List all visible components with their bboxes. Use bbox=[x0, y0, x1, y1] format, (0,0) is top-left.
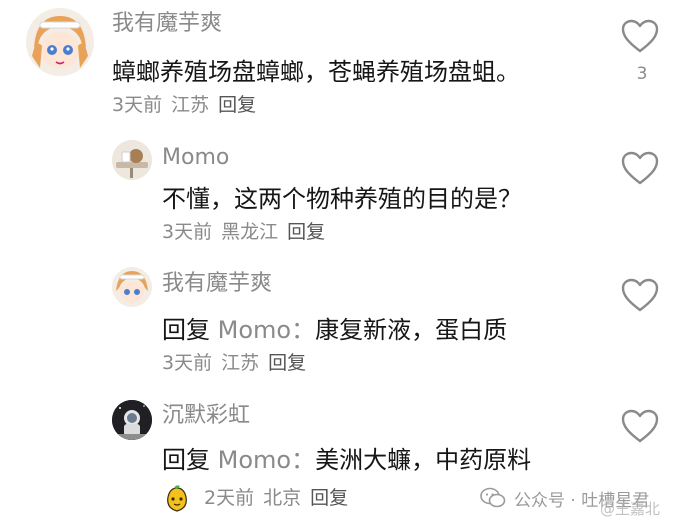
reply-button[interactable]: 回复 bbox=[218, 94, 256, 116]
comment-text: 回复 Momo：美洲大蠊，中药原料 bbox=[162, 444, 531, 476]
comment-meta: 3天前 江苏 回复 bbox=[112, 93, 265, 117]
heart-outline-icon bbox=[621, 409, 659, 443]
reply-target[interactable]: Momo： bbox=[218, 446, 315, 474]
avatar[interactable] bbox=[112, 400, 152, 440]
location: 黑龙江 bbox=[221, 221, 279, 243]
comment-meta: 2天前 北京 回复 bbox=[204, 486, 357, 510]
username[interactable]: 沉默彩虹 bbox=[162, 402, 250, 430]
username[interactable]: 我有魔芋爽 bbox=[162, 270, 272, 298]
like-button[interactable] bbox=[620, 277, 664, 313]
reply-prefix: 回复 bbox=[162, 446, 210, 474]
username[interactable]: 我有魔芋爽 bbox=[112, 10, 222, 38]
reply-prefix: 回复 bbox=[162, 316, 210, 344]
comment-text: 蟑螂养殖场盘蟑螂，苍蝇养殖场盘蛆。 bbox=[112, 58, 520, 86]
heart-outline-icon bbox=[621, 151, 659, 185]
timestamp: 3天前 bbox=[112, 94, 163, 116]
comment-text: 回复 Momo：康复新液，蛋白质 bbox=[162, 314, 507, 346]
like-button[interactable] bbox=[620, 150, 664, 186]
comment-meta: 3天前 江苏 回复 bbox=[162, 351, 315, 375]
fruit-emoji-icon bbox=[162, 484, 192, 518]
timestamp: 3天前 bbox=[162, 352, 213, 374]
reply-text: 康复新液，蛋白质 bbox=[315, 316, 508, 344]
location: 江苏 bbox=[221, 352, 260, 374]
heart-outline-icon bbox=[621, 278, 659, 312]
comment-meta: 3天前 黑龙江 回复 bbox=[162, 220, 334, 244]
reply-text: 美洲大蠊，中药原料 bbox=[315, 446, 532, 474]
avatar[interactable] bbox=[112, 140, 152, 180]
avatar[interactable] bbox=[112, 267, 152, 307]
timestamp: 2天前 bbox=[204, 487, 255, 509]
location: 北京 bbox=[263, 487, 302, 509]
username[interactable]: Momo bbox=[162, 144, 229, 172]
like-count: 3 bbox=[636, 64, 648, 84]
watermark: @王嘉北 bbox=[600, 500, 661, 518]
reply-button[interactable]: 回复 bbox=[310, 487, 348, 509]
reply-target[interactable]: Momo： bbox=[218, 316, 315, 344]
reply-button[interactable]: 回复 bbox=[287, 221, 325, 243]
wechat-icon bbox=[480, 487, 506, 508]
timestamp: 3天前 bbox=[162, 221, 213, 243]
like-button[interactable]: 3 bbox=[620, 18, 664, 84]
location: 江苏 bbox=[171, 94, 210, 116]
like-button[interactable] bbox=[620, 408, 664, 444]
comment-text: 不懂，这两个物种养殖的目的是？ bbox=[162, 185, 522, 213]
reply-button[interactable]: 回复 bbox=[268, 352, 306, 374]
avatar[interactable] bbox=[26, 8, 94, 76]
heart-outline-icon bbox=[621, 19, 659, 53]
